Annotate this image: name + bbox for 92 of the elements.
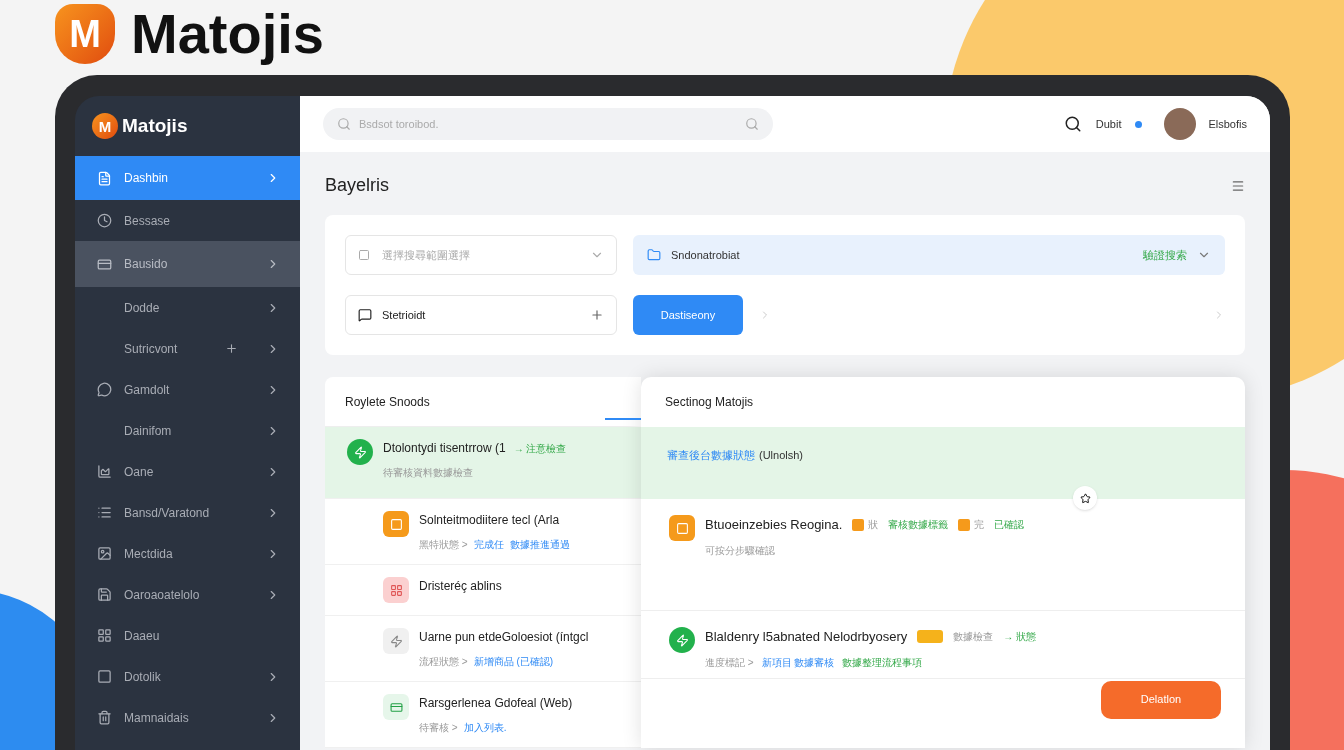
list-item[interactable]: Dristeréç ablins — [325, 565, 641, 616]
sidebar-item[interactable]: Dotolik — [75, 656, 300, 697]
status-icon — [669, 627, 695, 653]
sidebar-item[interactable]: Oaroaoatelolo — [75, 574, 300, 615]
clock-icon — [97, 213, 112, 228]
sidebar-item[interactable]: Mamnaidais — [75, 697, 300, 738]
search-input[interactable]: Bsdsot toroibod. — [359, 115, 737, 133]
item-tag: → 狀態 — [1003, 629, 1037, 645]
text-field[interactable]: Stetrioidt — [345, 295, 617, 335]
banner-link[interactable]: 審查後台數據狀態 — [667, 449, 755, 461]
avatar[interactable] — [1164, 108, 1197, 140]
sidebar-item[interactable]: Dodde — [75, 287, 300, 328]
primary-button[interactable]: Dastiseony — [633, 295, 743, 335]
banner-text: (Ulnolsh) — [759, 449, 803, 461]
tag-swatch — [958, 518, 971, 531]
search-field[interactable]: Bsdsot toroibod. — [323, 108, 773, 140]
item-title: Rarsgerlenea Gdofeal (Web) — [419, 695, 573, 712]
logo-icon: M — [55, 4, 115, 64]
status-icon — [383, 694, 409, 720]
status-icon — [383, 577, 409, 603]
sidebar-item[interactable]: Sutricvont — [75, 328, 300, 369]
tag-swatch — [852, 518, 865, 531]
item-link[interactable]: 新增商品 (已確認) — [473, 654, 554, 669]
item-meta: 可按分步驟確認 — [705, 543, 775, 558]
plus-icon — [225, 342, 238, 355]
search-icon — [745, 117, 759, 131]
item-title: Blaldenry l5abnated Nelodrbyosery — [705, 628, 908, 646]
document-icon — [97, 170, 112, 186]
folder-icon — [647, 248, 661, 262]
item-link[interactable]: 數據推進通過 — [509, 537, 570, 552]
sidebar-item[interactable]: Bansd/Varatond — [75, 492, 300, 533]
item-tag: 已確認 — [994, 517, 1025, 533]
item-link[interactable]: 新項目 數據審核 — [761, 654, 835, 670]
item-link[interactable]: 完成任 — [473, 537, 504, 552]
panel-title: Roylete Snoods — [345, 393, 430, 411]
select-field[interactable]: Sndonatrobiat 驗證搜索 — [633, 235, 1225, 275]
item-meta: 進度標記 > — [705, 655, 754, 670]
user-name: Elsbofis — [1208, 116, 1247, 132]
item-tag: 數據檢查 — [953, 629, 994, 645]
item-title: Dristeréç ablins — [419, 578, 502, 595]
list-item[interactable]: Solnteitmodiitere tecl (Arla 黑特狀態 > 完成任 數據推進通過 — [325, 499, 641, 565]
sidebar-item[interactable]: Bessase — [75, 200, 300, 241]
top-link[interactable]: Dubit — [1095, 115, 1122, 133]
chat-icon — [358, 308, 372, 322]
chart-icon — [97, 464, 112, 479]
tag-swatch — [917, 630, 944, 644]
list-item[interactable]: Rarsgerlenea Gdofeal (Web) 待審核 > 加入列表. — [325, 682, 641, 748]
item-title: Solnteitmodiitere tecl (Arla — [419, 512, 560, 529]
sidebar-item[interactable]: Oane — [75, 451, 300, 492]
star-icon — [1079, 492, 1091, 504]
search-icon — [337, 117, 351, 131]
status-icon — [669, 515, 695, 541]
brand-name: Matojis — [122, 113, 188, 138]
item-meta: 流程狀態 > — [419, 655, 468, 669]
chat-icon — [97, 382, 112, 397]
item-title: Uarne pun etdeGoloesiot (íntgcl — [419, 629, 589, 646]
item-status: → 注意檢查 — [513, 441, 567, 456]
status-icon — [383, 628, 409, 654]
sidebar-item[interactable]: Dainifom — [75, 410, 300, 451]
plus-icon — [590, 308, 604, 322]
list-item[interactable]: Uarne pun etdeGoloesiot (íntgcl 流程狀態 > 新增商品 (已確認) — [325, 616, 641, 682]
sidebar-item[interactable]: Gamdolt — [75, 369, 300, 410]
page-title: Bayelris — [325, 174, 391, 197]
sidebar-item[interactable]: Dashbin — [75, 156, 300, 200]
image-icon — [97, 546, 112, 561]
logo-icon: M — [92, 113, 118, 139]
item-link[interactable]: 數據整理流程事項 — [842, 654, 923, 670]
sidebar-item[interactable]: Mectdida — [75, 533, 300, 574]
sidebar-item[interactable]: Daaeu — [75, 615, 300, 656]
trash-icon — [97, 710, 112, 725]
sidebar-item[interactable]: Bausido — [75, 241, 300, 287]
status-icon — [383, 511, 409, 537]
status-icon — [347, 439, 373, 465]
grid-icon — [97, 628, 112, 643]
item-title: Dtolontydi tisentrrow (1 — [383, 440, 506, 457]
item-tag: 完 — [974, 517, 985, 533]
item-meta: 待審核 > — [419, 721, 458, 735]
square-icon — [97, 669, 112, 684]
list-item[interactable]: Dtolontydi tisentrrow (1 → 注意檢查 待審核資料數據檢查 — [325, 427, 641, 499]
save-icon — [97, 587, 112, 602]
item-link[interactable]: 加入列表. — [463, 720, 507, 735]
panel-title: Sectinog Matojis — [665, 394, 754, 411]
item-tag: 狀 — [868, 517, 879, 533]
search-icon[interactable] — [1063, 115, 1082, 133]
item-title: Btuoeinzebies Reogina. — [705, 516, 843, 534]
delete-button[interactable]: Delatlon — [1101, 680, 1221, 719]
menu-icon[interactable] — [1231, 178, 1245, 193]
item-meta: 黑特狀態 > — [419, 538, 468, 552]
pin-button[interactable] — [1073, 486, 1097, 510]
item-tag: 審核數據標籤 — [888, 517, 949, 533]
card-icon — [97, 256, 112, 272]
item-meta: 待審核資料數據檢查 — [383, 466, 473, 480]
